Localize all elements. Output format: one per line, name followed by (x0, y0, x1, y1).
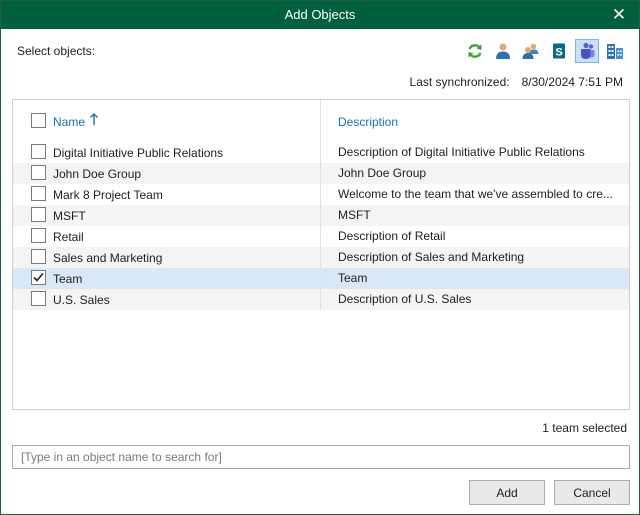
table-row[interactable]: Team Team (13, 268, 629, 289)
close-button[interactable]: ✕ (609, 5, 629, 25)
row-description: Description of Sales and Marketing (338, 250, 525, 264)
row-checkbox[interactable] (31, 291, 46, 306)
refresh-icon (468, 44, 482, 58)
table-row[interactable]: MSFT MSFT (13, 205, 629, 226)
column-divider (320, 268, 321, 289)
add-objects-dialog: Add Objects ✕ Select objects: S Last syn… (0, 0, 640, 515)
row-name: Retail (53, 230, 84, 244)
description-column-header[interactable]: Description (338, 115, 398, 129)
row-checkbox[interactable] (31, 144, 46, 159)
sharepoint-icon: S (553, 43, 565, 59)
object-type-toolbar: S (463, 39, 627, 65)
row-name: John Doe Group (53, 167, 142, 181)
title-bar: Add Objects ✕ (1, 1, 639, 29)
table-row[interactable]: Sales and Marketing Description of Sales … (13, 247, 629, 268)
row-name: Sales and Marketing (53, 251, 163, 265)
last-synchronized: Last synchronized: 8/30/2024 7:51 PM (410, 75, 623, 89)
row-name: Digital Initiative Public Relations (53, 146, 224, 160)
grid-header: Name Description (13, 100, 629, 142)
row-description: MSFT (338, 208, 371, 222)
teams-button[interactable] (575, 39, 599, 63)
grid-rows: Digital Initiative Public Relations Descr… (13, 142, 629, 310)
dialog-title: Add Objects (284, 7, 356, 22)
add-button[interactable]: Add (469, 480, 545, 505)
row-name: Team (53, 272, 83, 286)
name-column-header[interactable]: Name (53, 115, 85, 129)
sort-ascending-icon (90, 113, 98, 125)
column-divider (320, 247, 321, 268)
column-divider (320, 226, 321, 247)
row-checkbox[interactable] (31, 165, 46, 180)
row-description: Team (338, 271, 368, 285)
table-row[interactable]: John Doe Group John Doe Group (13, 163, 629, 184)
table-row[interactable]: Retail Description of Retail (13, 226, 629, 247)
column-divider (320, 142, 321, 163)
column-divider (320, 289, 321, 310)
close-icon: ✕ (611, 5, 627, 24)
table-row[interactable]: Digital Initiative Public Relations Descr… (13, 142, 629, 163)
selection-status: 1 team selected (542, 421, 627, 435)
search-input[interactable] (12, 445, 630, 469)
row-description: Welcome to the team that we've assembled… (338, 187, 613, 201)
select-objects-label: Select objects: (17, 44, 96, 58)
row-checkbox[interactable] (31, 207, 46, 222)
organizations-button[interactable] (603, 39, 627, 63)
user-icon (496, 43, 510, 59)
row-name: U.S. Sales (53, 293, 110, 307)
row-description: John Doe Group (338, 166, 427, 180)
checkmark-icon (33, 272, 44, 282)
teams-icon (581, 42, 595, 59)
svg-text:S: S (555, 47, 562, 59)
row-checkbox[interactable] (31, 228, 46, 243)
organization-icon (607, 44, 623, 59)
users-button[interactable] (491, 39, 515, 63)
objects-grid: Name Description Digital Initiative Publ… (12, 99, 630, 410)
row-name: MSFT (53, 209, 86, 223)
group-icon (522, 43, 539, 59)
sharepoint-button[interactable]: S (547, 39, 571, 63)
select-all-checkbox[interactable] (31, 113, 46, 128)
table-row[interactable]: Mark 8 Project Team Welcome to the team t… (13, 184, 629, 205)
cancel-button[interactable]: Cancel (554, 480, 630, 505)
row-checkbox[interactable] (31, 249, 46, 264)
row-checkbox[interactable] (31, 186, 46, 201)
column-divider (320, 163, 321, 184)
row-description: Description of Digital Initiative Public… (338, 145, 585, 159)
row-name: Mark 8 Project Team (53, 188, 163, 202)
refresh-button[interactable] (463, 39, 487, 63)
column-divider (320, 184, 321, 205)
last-sync-value: 8/30/2024 7:51 PM (521, 75, 623, 89)
row-description: Description of U.S. Sales (338, 292, 472, 306)
row-description: Description of Retail (338, 229, 446, 243)
column-divider (320, 205, 321, 226)
last-sync-label: Last synchronized: (409, 75, 510, 89)
table-row[interactable]: U.S. Sales Description of U.S. Sales (13, 289, 629, 310)
groups-button[interactable] (519, 39, 543, 63)
row-checkbox[interactable] (31, 270, 46, 285)
